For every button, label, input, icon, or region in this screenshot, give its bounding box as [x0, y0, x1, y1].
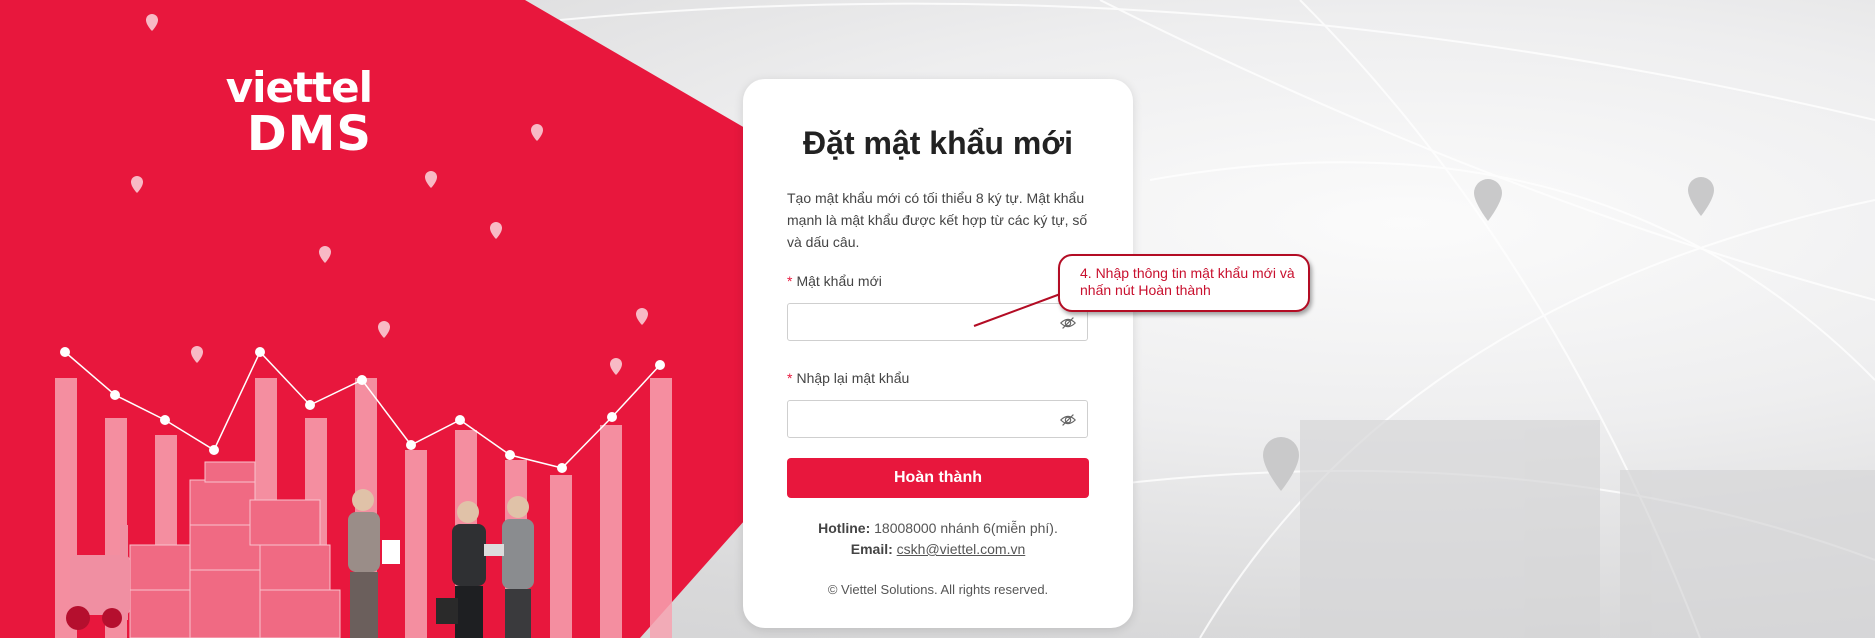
email-link[interactable]: cskh@viettel.com.vn [897, 541, 1026, 557]
eye-slash-icon[interactable] [1059, 411, 1077, 429]
email-info: Email: cskh@viettel.com.vn [743, 541, 1133, 557]
reset-password-card: Đặt mật khẩu mới Tạo mật khẩu mới có tối… [743, 79, 1133, 628]
logo-wordmark: viettel [225, 63, 373, 112]
required-mark: * [787, 273, 793, 289]
instruction-callout: 4. Nhập thông tin mật khẩu mới và nhấn n… [1058, 254, 1310, 312]
password-requirements: Tạo mật khẩu mới có tối thiểu 8 ký tự. M… [787, 190, 1088, 250]
complete-button[interactable]: Hoàn thành [787, 458, 1089, 498]
new-password-input[interactable] [798, 304, 1052, 342]
confirm-password-input[interactable] [798, 401, 1052, 439]
new-password-field [787, 303, 1088, 342]
email-label: Email: [850, 541, 893, 557]
confirm-password-label-text: Nhập lại mật khẩu [796, 370, 910, 386]
required-mark: * [787, 370, 793, 386]
eye-slash-icon[interactable] [1059, 314, 1077, 332]
confirm-password-label: * Nhập lại mật khẩu [787, 370, 909, 386]
viettel-dms-logo: viettel DMS [184, 63, 373, 162]
hotline-info: Hotline: 18008000 nhánh 6(miễn phí). [743, 520, 1133, 536]
instruction-text: 4. Nhập thông tin mật khẩu mới và nhấn n… [1080, 265, 1295, 298]
hotline-label: Hotline: [818, 520, 871, 536]
new-password-label: * Mật khẩu mới [787, 273, 882, 289]
new-password-label-text: Mật khẩu mới [796, 273, 882, 289]
page-title: Đặt mật khẩu mới [803, 125, 1073, 161]
copyright: © Viettel Solutions. All rights reserved… [827, 582, 1049, 597]
confirm-password-field [787, 400, 1088, 439]
logo-product: DMS [246, 106, 372, 162]
hotline-value: 18008000 nhánh 6(miễn phí). [874, 520, 1058, 536]
